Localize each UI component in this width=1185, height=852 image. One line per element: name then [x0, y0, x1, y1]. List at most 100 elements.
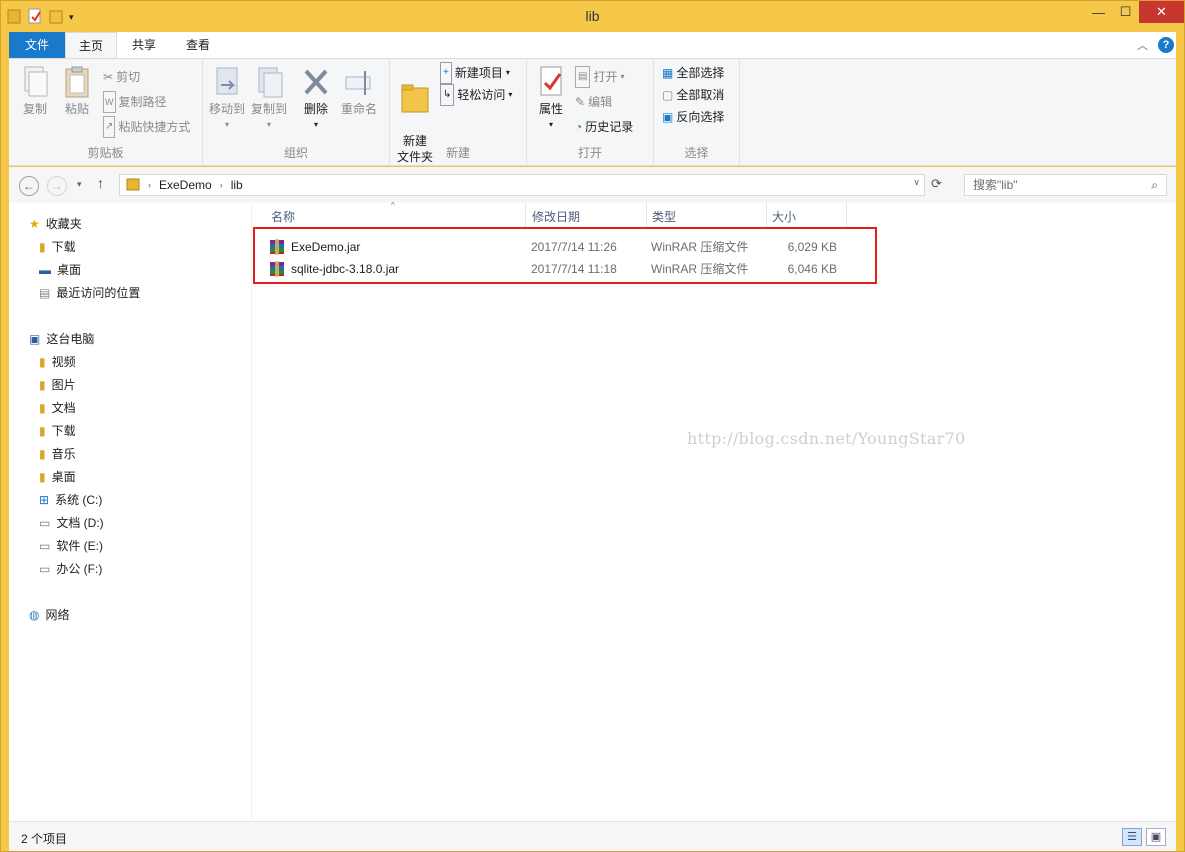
copy-to-button[interactable]: 复制到 ▾: [249, 65, 289, 133]
drive-icon: ▭: [39, 539, 51, 553]
move-to-icon: [211, 65, 243, 99]
group-label-clipboard: 剪贴板: [87, 146, 124, 160]
tab-share[interactable]: 共享: [119, 32, 169, 58]
copy-path-button[interactable]: W 复制路径: [103, 91, 167, 113]
properties-check-icon: [535, 65, 567, 99]
group-organize: 移动到 ▾ 复制到 ▾ 删除 ▾ 重命名 组织: [203, 59, 390, 165]
forward-arrow-icon: →: [51, 179, 63, 193]
desktop-icon: ▬: [39, 263, 51, 277]
maximize-button[interactable]: ☐: [1112, 1, 1139, 23]
collapse-ribbon-icon[interactable]: ︿: [1137, 37, 1148, 53]
close-button[interactable]: ✕: [1139, 1, 1184, 23]
nav-favorites-downloads[interactable]: ▮ 下载: [39, 236, 76, 258]
videos-folder-icon: ▮: [39, 355, 46, 369]
status-bar: 2 个项目 ☰ ▣: [9, 821, 1176, 851]
folder-icon: [399, 81, 431, 115]
move-to-button[interactable]: 移动到 ▾: [207, 65, 247, 133]
pictures-folder-icon: ▮: [39, 378, 46, 392]
search-input[interactable]: 搜索"lib" ⌕: [964, 174, 1167, 196]
network-icon: ◍: [29, 608, 40, 622]
column-header-type[interactable]: 类型: [646, 209, 766, 229]
nav-pc-desktop[interactable]: ▮ 桌面: [39, 466, 76, 488]
address-dropdown-icon[interactable]: ∨: [913, 177, 920, 188]
documents-folder-icon: ▮: [39, 401, 46, 415]
nav-pc-documents[interactable]: ▮ 文档: [39, 397, 76, 419]
edit-pencil-icon: ✎: [575, 95, 586, 109]
new-item-icon: +: [440, 62, 452, 84]
details-view-button[interactable]: ☰: [1122, 828, 1142, 846]
easy-access-button[interactable]: ↳ 轻松访问 ▾: [440, 84, 512, 106]
star-icon: ★: [29, 217, 40, 231]
rename-icon: [343, 65, 375, 99]
nav-network[interactable]: ◍ 网络: [29, 604, 70, 626]
breadcrumb-lib[interactable]: lib: [231, 178, 243, 192]
title-bar: ▾ lib — ☐ ✕: [1, 1, 1184, 31]
column-divider[interactable]: [846, 203, 847, 227]
select-none-button[interactable]: ▢ 全部取消: [662, 85, 724, 105]
select-all-button[interactable]: ▦ 全部选择: [662, 63, 724, 83]
nav-drive-e[interactable]: ▭ 软件 (E:): [39, 535, 103, 557]
highlight-box: [253, 227, 877, 284]
watermark-text: http://blog.csdn.net/YoungStar70: [687, 429, 966, 448]
nav-favorites-recent[interactable]: ▤ 最近访问的位置: [39, 282, 140, 304]
recent-places-icon: ▤: [39, 286, 51, 300]
paste-shortcut-button[interactable]: ↗ 粘贴快捷方式: [103, 116, 190, 138]
drive-icon: ▭: [39, 516, 51, 530]
tab-file[interactable]: 文件: [9, 32, 65, 58]
back-button[interactable]: ←: [19, 176, 39, 196]
tab-home[interactable]: 主页: [65, 32, 117, 59]
details-view-icon: ☰: [1127, 831, 1137, 843]
folder-icon: [126, 177, 140, 194]
group-label-new: 新建: [445, 146, 470, 160]
recent-locations-chevron-icon[interactable]: ▾: [77, 179, 82, 190]
history-button[interactable]: ◔ 历史记录: [575, 117, 633, 137]
copy-button[interactable]: 复制: [15, 65, 55, 117]
help-icon[interactable]: ?: [1158, 37, 1174, 53]
group-label-open: 打开: [577, 146, 602, 160]
open-button[interactable]: ▤ 打开 ▾: [575, 66, 624, 88]
nav-pc-pictures[interactable]: ▮ 图片: [39, 374, 76, 396]
address-bar[interactable]: › ExeDemo › lib ∨: [119, 174, 925, 196]
forward-button[interactable]: →: [47, 176, 67, 196]
nav-drive-d[interactable]: ▭ 文档 (D:): [39, 512, 104, 534]
main-area: ★ 收藏夹 ▮ 下载 ▬ 桌面 ▤ 最近访问的位置 ▣ 这台电脑 ▮ 视频 ▮ 图片 ▮ 文档 …: [9, 201, 1176, 821]
invert-selection-button[interactable]: ▣ 反向选择: [662, 107, 724, 127]
nav-pc-videos[interactable]: ▮ 视频: [39, 351, 76, 373]
windows-drive-icon: ⊞: [39, 493, 50, 507]
delete-button[interactable]: 删除 ▾: [299, 65, 333, 133]
nav-drive-c[interactable]: ⊞ 系统 (C:): [39, 489, 102, 511]
group-select: ▦ 全部选择 ▢ 全部取消 ▣ 反向选择 选择: [654, 59, 740, 165]
new-item-button[interactable]: + 新建项目 ▾: [440, 62, 510, 84]
column-header-name[interactable]: 名称: [265, 209, 525, 229]
clipboard-icon: [61, 65, 93, 99]
search-icon: ⌕: [1151, 178, 1158, 192]
breadcrumb-exedemo[interactable]: ExeDemo: [159, 178, 212, 192]
shortcut-icon: ↗: [103, 116, 116, 138]
up-arrow-icon[interactable]: ↑: [97, 175, 104, 191]
window-title: lib: [585, 8, 600, 24]
cut-button[interactable]: ✂ 剪切: [103, 67, 140, 87]
rename-button[interactable]: 重命名: [337, 65, 381, 117]
group-clipboard: 复制 粘贴 ✂ 剪切 W 复制路径 ↗ 粘贴快捷方式 剪贴板: [9, 59, 203, 165]
minimize-button[interactable]: —: [1085, 1, 1112, 23]
nav-pc-music[interactable]: ▮ 音乐: [39, 443, 76, 465]
nav-pc-downloads[interactable]: ▮ 下载: [39, 420, 76, 442]
downloads-folder-icon: ▮: [39, 424, 46, 438]
copy-to-icon: [253, 65, 285, 99]
back-arrow-icon: ←: [23, 179, 35, 193]
refresh-icon[interactable]: ⟳: [931, 176, 942, 192]
large-icons-view-icon: ▣: [1150, 831, 1162, 843]
breadcrumb-separator-icon: ›: [148, 180, 151, 190]
nav-favorites-desktop[interactable]: ▬ 桌面: [39, 259, 81, 281]
tab-view[interactable]: 查看: [173, 32, 223, 58]
group-new: 新建 文件夹 + 新建项目 ▾ ↳ 轻松访问 ▾ 新建: [390, 59, 527, 165]
nav-favorites[interactable]: ★ 收藏夹: [29, 213, 82, 235]
properties-button[interactable]: 属性 ▾: [533, 65, 569, 133]
nav-drive-f[interactable]: ▭ 办公 (F:): [39, 558, 102, 580]
column-header-size[interactable]: 大小: [766, 209, 846, 229]
edit-button[interactable]: ✎ 编辑: [575, 92, 612, 112]
nav-this-pc[interactable]: ▣ 这台电脑: [29, 328, 94, 350]
large-icons-view-button[interactable]: ▣: [1146, 828, 1166, 846]
paste-button[interactable]: 粘贴: [57, 65, 97, 117]
column-header-date[interactable]: 修改日期: [526, 209, 646, 229]
